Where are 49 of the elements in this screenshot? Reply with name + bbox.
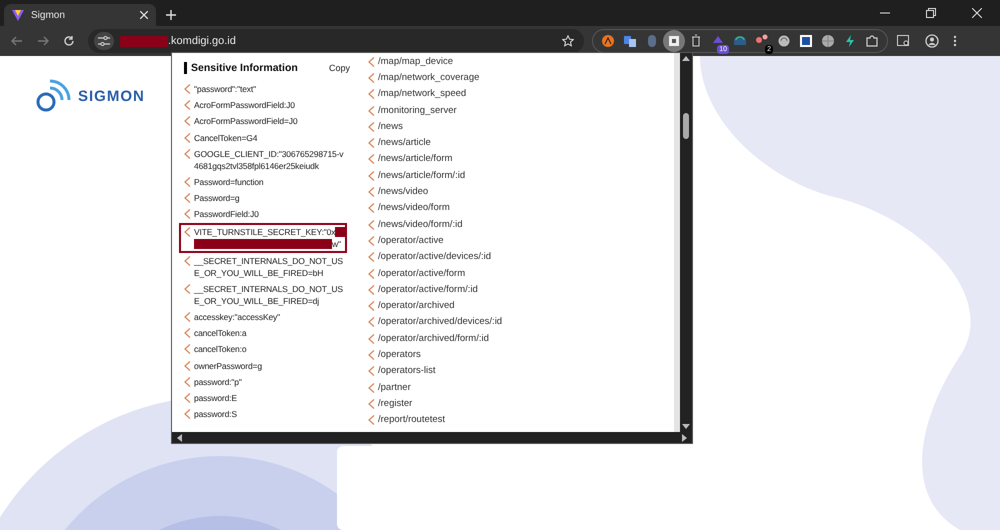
route-text: /partner — [378, 382, 411, 393]
item-text: cancelToken:o — [194, 344, 246, 354]
item-text: VITE_TURNSTILE_SECRET_KEY:"0x — [194, 226, 336, 238]
url-text: .komdigi.go.id — [168, 35, 236, 47]
route-text: /operator/active/devices/:id — [378, 251, 492, 262]
route-text: /operator/active/form — [378, 268, 466, 278]
item-text: w" — [332, 238, 341, 250]
route-text: /operators-list — [378, 365, 436, 376]
item-text: AcroFormPasswordField=J0 — [194, 116, 298, 126]
address-bar[interactable]: .komdigi.go.id — [88, 29, 584, 53]
item-text: ownerPassword=g — [194, 360, 262, 371]
route-text: /operator/archived/devices/:id — [378, 316, 502, 328]
route-text: /news/video/form/:id — [378, 218, 462, 230]
item-text: __SECRET_INTERNALS_DO_NOT_USE_OR_YOU_WILL_BE_FIRED=dj — [194, 284, 343, 306]
item-text: accesskey:"accessKey" — [194, 312, 280, 322]
route-text: /news/video — [378, 186, 428, 198]
item-text: "password":"text" — [194, 84, 256, 94]
route-text: /news/video/form — [378, 202, 450, 214]
item-text: PasswordField:J0 — [194, 209, 259, 220]
route-text: /operator/active/form/:id — [378, 284, 478, 295]
item-text: AcroFormPasswordField:J0 — [194, 100, 295, 110]
route-text: /register — [378, 398, 412, 409]
route-text: /news — [378, 120, 403, 132]
route-text: /monitoring_server — [378, 104, 457, 116]
item-text: CancelToken=G4 — [194, 132, 258, 143]
route-text: /news/article/form — [378, 153, 452, 164]
item-text: Password=g — [194, 193, 240, 204]
route-text: /map/map_device — [378, 56, 453, 67]
item-text: password:S — [194, 409, 237, 420]
item-text: Password=function — [194, 177, 264, 188]
route-text: /operator/archived/form/:id — [378, 332, 489, 344]
route-text: /report/routetest — [378, 414, 446, 426]
route-text: /map/network_coverage — [378, 72, 480, 83]
logo-text: SIGMON — [78, 88, 145, 104]
copy-button[interactable]: Copy — [324, 61, 354, 75]
route-text: /map/network_speed — [378, 88, 466, 100]
item-text: password:"p" — [194, 376, 242, 387]
route-text: /operator/active — [378, 234, 444, 246]
tab-title: Sigmon — [31, 10, 66, 20]
route-text: /news/article/form/:id — [378, 170, 466, 181]
section-title: Sensitive Information — [184, 62, 298, 74]
item-text: GOOGLE_CLIENT_ID:"306765298715-v4681gqs2tvl358fpl6146er25keiudk — [194, 148, 344, 171]
browser-tab[interactable]: Sigmon — [4, 4, 156, 26]
route-text: /news/article — [378, 137, 431, 148]
route-text: /operator/archived — [378, 300, 455, 312]
item-text: password:E — [194, 392, 237, 403]
item-text: __SECRET_INTERNALS_DO_NOT_USE_OR_YOU_WILL_BE_FIRED=bH — [194, 256, 343, 278]
item-text: cancelToken:a — [194, 328, 246, 338]
route-text: /operators — [378, 348, 421, 360]
